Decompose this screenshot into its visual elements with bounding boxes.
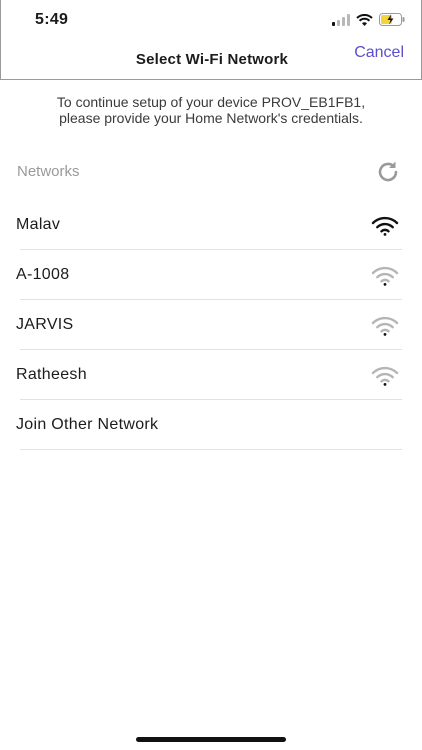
network-row-malav[interactable]: Malav [0,200,422,250]
networks-section-label: Networks [17,163,80,180]
network-row-ratheesh[interactable]: Ratheesh [0,350,422,400]
wifi-signal-weak-icon [371,266,399,286]
network-row-a-1008[interactable]: A-1008 [0,250,422,300]
wifi-icon [356,13,373,26]
network-row-jarvis[interactable]: JARVIS [0,300,422,350]
wifi-signal-weak-icon [371,316,399,336]
networks-section-header: Networks [0,150,422,194]
battery-charging-icon [379,13,405,26]
refresh-icon[interactable] [374,158,402,186]
cancel-button[interactable]: Cancel [354,44,404,62]
status-icons [332,13,405,26]
wifi-signal-strong-icon [371,216,399,236]
join-other-network-row[interactable]: Join Other Network [0,400,422,450]
network-name: Malav [16,216,61,233]
network-list: Malav A-1008 JARVIS Ratheesh Join Other … [0,200,422,450]
cellular-signal-icon [332,13,350,26]
header-frame: 5:49 Select Wi-Fi Network Cancel [0,0,422,80]
network-name: Ratheesh [16,366,87,383]
home-indicator[interactable] [136,737,286,742]
join-other-network-label: Join Other Network [16,416,159,433]
wifi-signal-weak-icon [371,366,399,386]
setup-instructions: To continue setup of your device PROV_EB… [56,94,366,126]
network-name: JARVIS [16,316,74,333]
network-name: A-1008 [16,266,70,283]
status-bar: 5:49 [1,0,422,40]
status-time: 5:49 [35,11,69,28]
